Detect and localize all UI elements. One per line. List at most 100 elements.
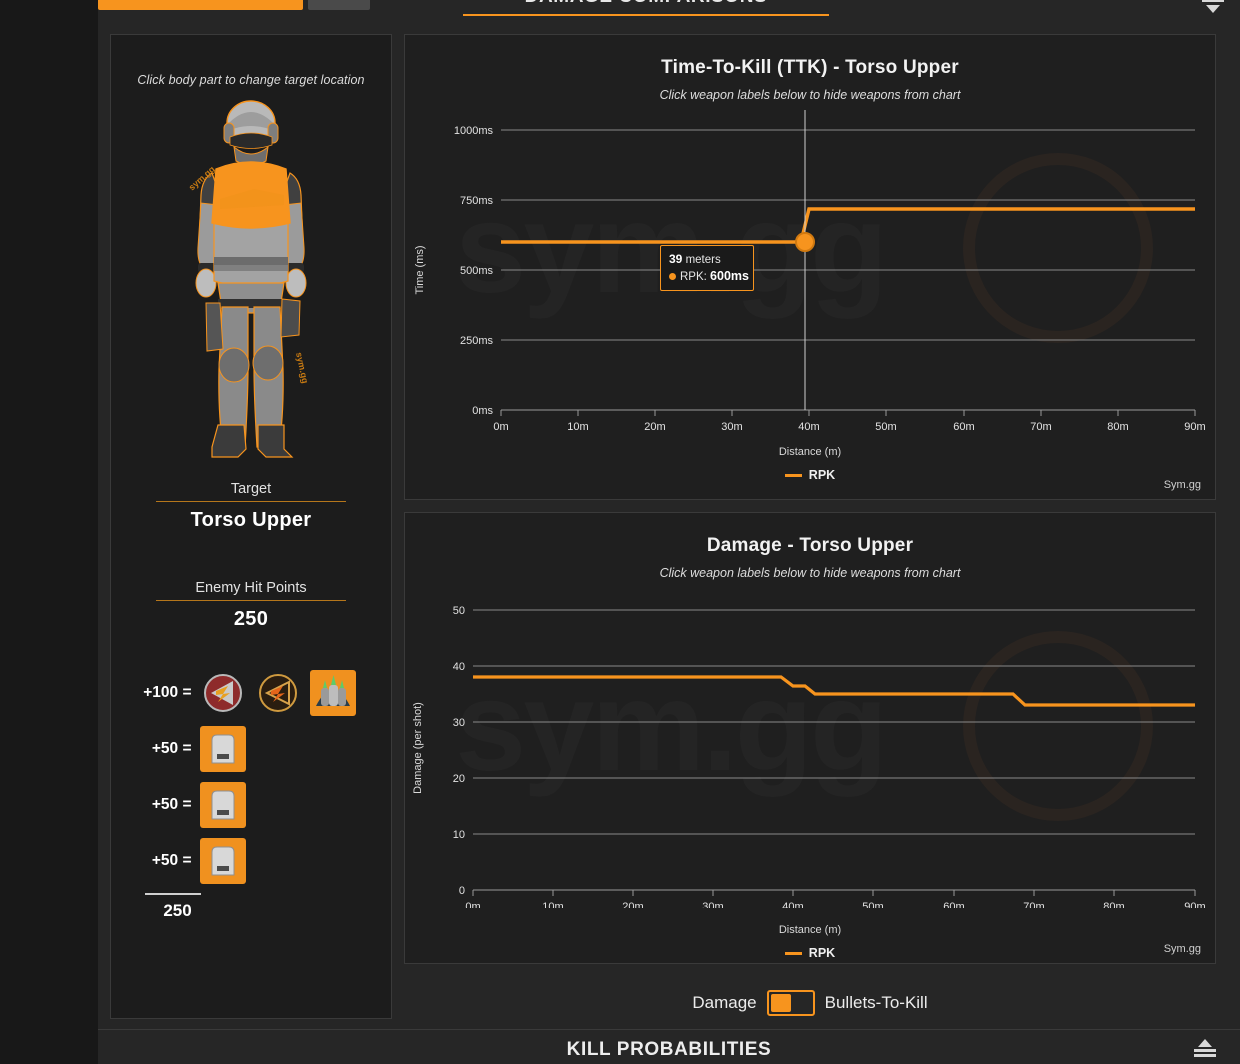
svg-text:0m: 0m — [493, 421, 508, 433]
tooltip-series-name: RPK — [680, 271, 704, 283]
armor-row: +50 = — [134, 777, 369, 833]
section-title: DAMAGE COMPARISONS — [463, 0, 829, 8]
chart-mode-toggle: Damage Bullets-To-Kill — [404, 990, 1216, 1016]
armor-row-icons — [200, 670, 356, 716]
svg-text:80m: 80m — [1107, 421, 1128, 433]
damage-plot-area[interactable]: 50 40 30 20 10 0 0m 10m 20m 30m 40m 50m … — [405, 588, 1215, 918]
chevron-up-icon — [1198, 1039, 1212, 1047]
damage-series-rpk — [473, 675, 1195, 707]
ttk-y-axis-title: Time (ms) — [414, 245, 426, 294]
toggle-label-bullets-to-kill[interactable]: Bullets-To-Kill — [825, 993, 928, 1013]
damage-legend-item-rpk[interactable]: RPK — [809, 946, 835, 960]
legend-dash-icon — [784, 473, 802, 477]
health-class-icon-3[interactable] — [309, 670, 356, 716]
content-row: Click body part to change target locatio… — [110, 34, 1228, 1019]
damage-y-axis-title: Damage (per shot) — [412, 702, 424, 794]
kill-probabilities-title: KILL PROBABILITIES — [566, 1039, 772, 1060]
damage-legend[interactable]: RPK — [405, 946, 1215, 960]
toggle-switch[interactable] — [766, 990, 815, 1016]
soldier-svg[interactable]: sym.gg sym.gg — [156, 95, 346, 465]
charts-column: sym.gg Time-To-Kill (TTK) - Torso Upper … — [404, 34, 1216, 1019]
svg-text:10m: 10m — [567, 421, 588, 433]
damage-chart-card: sym.gg Damage - Torso Upper Click weapon… — [404, 512, 1216, 964]
ttk-chart-title: Time-To-Kill (TTK) - Torso Upper — [661, 57, 959, 78]
ttk-x-axis-title: Distance (m) — [778, 446, 842, 458]
health-class-icon-1[interactable] — [200, 670, 246, 716]
armor-row-amount: +50 = — [151, 852, 192, 869]
svg-text:50m: 50m — [862, 901, 883, 908]
collapse-icon[interactable] — [1200, 0, 1226, 14]
expand-icon-line — [1194, 1054, 1216, 1057]
armor-plate-svg — [211, 734, 234, 764]
svg-text:250ms: 250ms — [460, 335, 494, 347]
armor-list: +100 = +50 = +50 = +50 = 250 — [134, 665, 369, 921]
svg-text:10m: 10m — [542, 901, 563, 908]
svg-text:40m: 40m — [798, 421, 819, 433]
section-title-underline — [463, 14, 829, 16]
health-class-1-svg — [203, 674, 242, 712]
svg-text:60m: 60m — [943, 901, 964, 908]
damage-y-tick-labels: 50 40 30 20 10 0 — [453, 605, 465, 897]
ttk-chart-subtitle: Click weapon labels below to hide weapon… — [659, 88, 961, 102]
svg-text:500ms: 500ms — [460, 265, 494, 277]
ttk-plot-svg[interactable]: 1000ms 750ms 500ms 250ms 0ms 0m 10m 20m — [405, 110, 1216, 440]
svg-text:20: 20 — [453, 773, 465, 785]
armor-row: +100 = — [134, 665, 369, 721]
damage-chart-title: Damage - Torso Upper — [706, 535, 914, 556]
svg-text:70m: 70m — [1023, 901, 1044, 908]
main-shell: Click body part to change target locatio… — [98, 30, 1240, 1064]
armor-row-icons — [199, 838, 246, 884]
legend-dash-icon — [784, 951, 802, 955]
ttk-plot-area[interactable]: 1000ms 750ms 500ms 250ms 0ms 0m 10m 20m — [405, 110, 1215, 440]
ttk-x-tick-labels: 0m 10m 20m 30m 40m 50m 60m 70m 80m 90m — [493, 421, 1205, 433]
expand-icon-line — [1194, 1049, 1216, 1052]
top-tab-row — [98, 0, 370, 10]
tooltip-series-value: 600ms — [710, 269, 749, 283]
damage-plot-svg[interactable]: 50 40 30 20 10 0 0m 10m 20m 30m 40m 50m … — [405, 588, 1216, 908]
ttk-chart-card: sym.gg Time-To-Kill (TTK) - Torso Upper … — [404, 34, 1216, 500]
expand-icon[interactable] — [1192, 1039, 1218, 1061]
app-root: DAMAGE COMPARISONS Click body part to ch… — [0, 0, 1240, 1064]
tab-inactive[interactable] — [308, 0, 370, 10]
figure-watermark-text: sym.gg — [294, 351, 310, 384]
ttk-legend[interactable]: RPK — [405, 468, 1215, 482]
armor-total-value: 250 — [163, 901, 192, 920]
topbar-inner: DAMAGE COMPARISONS — [98, 0, 1240, 30]
armor-row-amount: +50 = — [151, 796, 192, 813]
svg-text:70m: 70m — [1030, 421, 1051, 433]
health-class-icon-2[interactable] — [255, 670, 301, 716]
armor-plate-svg — [211, 846, 234, 876]
armor-plate-svg — [211, 790, 234, 820]
health-class-2-svg — [258, 674, 297, 712]
toggle-knob — [770, 994, 791, 1012]
svg-text:80m: 80m — [1103, 901, 1124, 908]
armor-plate-icon[interactable] — [199, 782, 246, 828]
ttk-series-rpk — [501, 207, 1195, 244]
target-panel: Click body part to change target locatio… — [110, 34, 392, 1019]
health-class-3-svg — [315, 675, 350, 706]
svg-text:50m: 50m — [875, 421, 896, 433]
armor-plate-icon[interactable] — [199, 726, 246, 772]
armor-row: +50 = — [134, 833, 369, 889]
tooltip-distance-unit: meters — [685, 254, 721, 266]
soldier-figure[interactable]: sym.gg sym.gg — [156, 95, 346, 465]
tab-active[interactable] — [98, 0, 303, 10]
ttk-legend-item-rpk[interactable]: RPK — [809, 468, 835, 482]
tooltip-series: RPK: 600ms — [669, 269, 749, 283]
ttk-hover-marker — [795, 232, 815, 252]
body-part-hint: Click body part to change target locatio… — [137, 73, 365, 87]
target-label: Target — [230, 481, 272, 497]
topbar: DAMAGE COMPARISONS — [0, 0, 1240, 30]
ttk-tooltip: 39 meters RPK: 600ms — [660, 245, 754, 291]
armor-row: +50 = — [134, 721, 369, 777]
toggle-label-damage[interactable]: Damage — [692, 993, 756, 1013]
chevron-down-icon — [1206, 5, 1220, 13]
ttk-brand: Sym.gg — [1163, 479, 1201, 491]
svg-text:60m: 60m — [953, 421, 974, 433]
kill-probabilities-section: KILL PROBABILITIES — [98, 1030, 1240, 1064]
tooltip-series-dot-icon — [669, 273, 676, 280]
armor-row-icons — [199, 726, 246, 772]
armor-row-icons — [199, 782, 246, 828]
svg-text:90m: 90m — [1184, 421, 1205, 433]
armor-plate-icon[interactable] — [199, 838, 246, 884]
